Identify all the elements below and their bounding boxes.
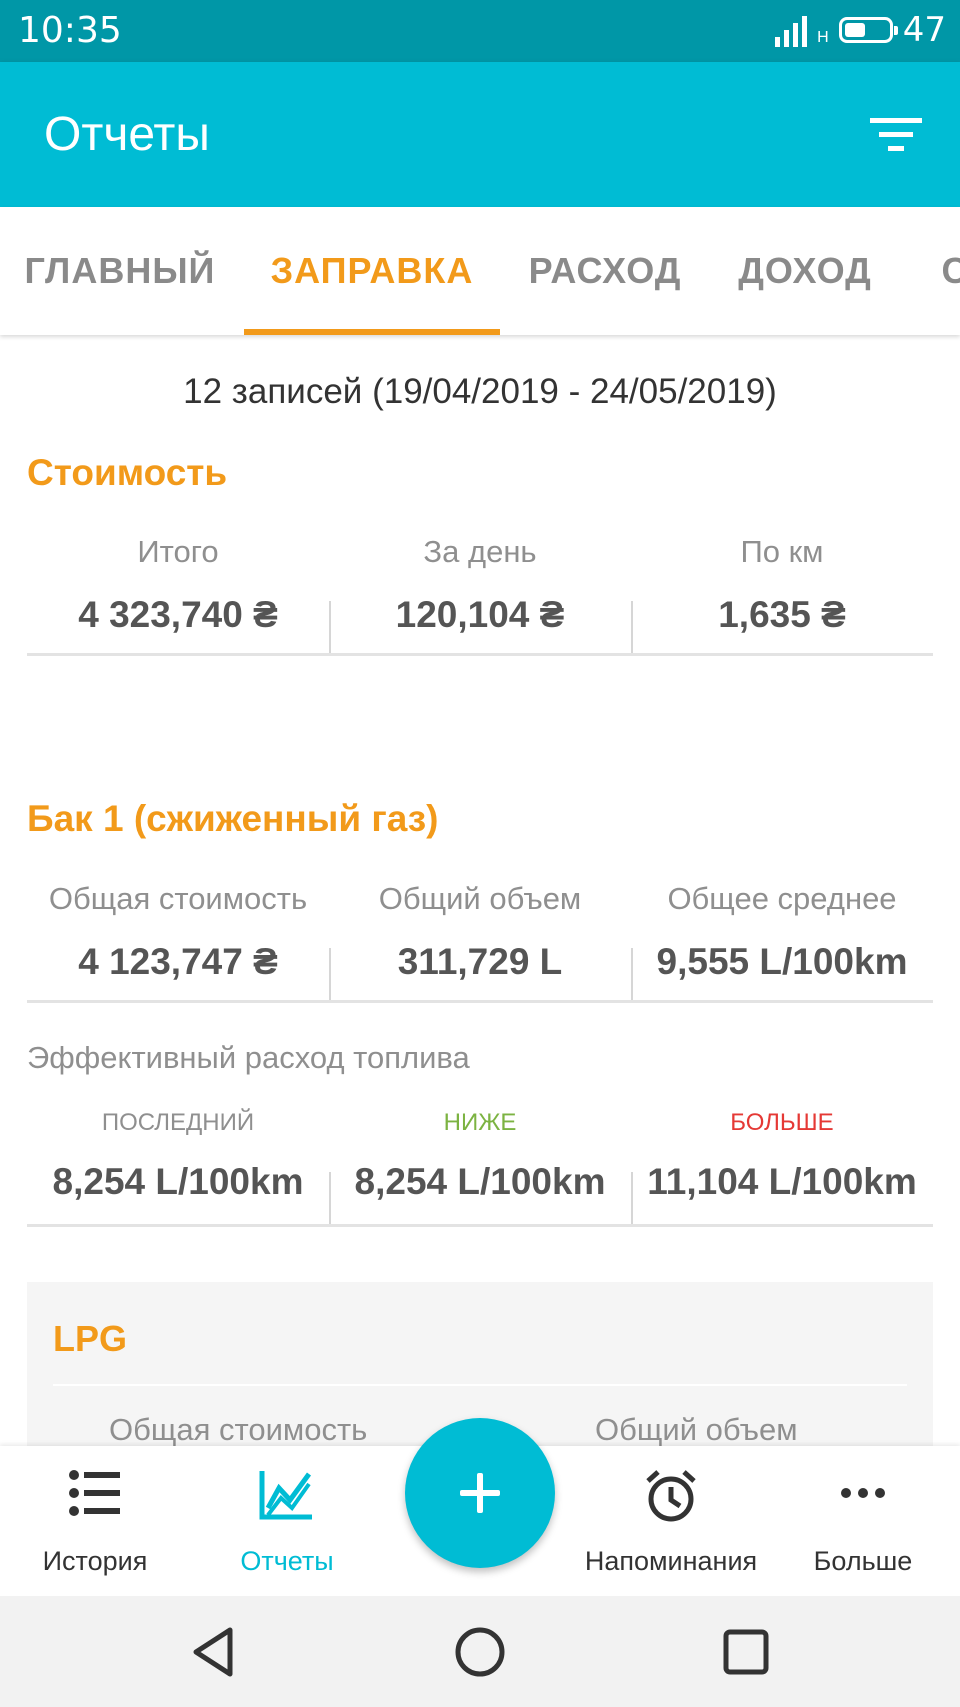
nav-reminders-label: Напоминания: [584, 1546, 758, 1576]
nav-history[interactable]: История: [0, 1446, 190, 1596]
tab-refuel[interactable]: ЗАПРАВКА: [244, 207, 500, 335]
nav-more-label: Больше: [813, 1546, 913, 1576]
add-button[interactable]: [405, 1418, 555, 1568]
efficiency-lower: НИЖЕ 8,254 L/100km: [329, 1097, 631, 1224]
efficiency-label: Эффективный расход топлива: [27, 1040, 470, 1075]
lpg-total-volume-label: Общий объем: [595, 1412, 798, 1447]
stat-label: За день: [423, 534, 537, 569]
list-icon: [69, 1470, 120, 1516]
alarm-clock-icon: [646, 1470, 696, 1522]
battery-tip: [893, 26, 898, 35]
tank-total-average: Общее среднее 9,555 L/100km: [631, 873, 933, 1000]
network-type: H: [817, 29, 829, 46]
tab-expense[interactable]: РАСХОД: [520, 207, 690, 335]
stat-value: 120,104 ₴: [395, 594, 565, 635]
cost-title: Стоимость: [27, 452, 228, 493]
filter-icon[interactable]: [870, 114, 922, 156]
cost-per-day: За день 120,104 ₴: [329, 526, 631, 653]
stat-value: 8,254 L/100km: [52, 1161, 304, 1202]
efficiency-higher: БОЛЬШЕ 11,104 L/100km: [631, 1097, 933, 1224]
efficiency-lower-label: НИЖЕ: [443, 1109, 517, 1136]
nav-reports[interactable]: Отчеты: [192, 1446, 382, 1596]
stat-label: Общее среднее: [667, 881, 897, 916]
signal-icon: [775, 13, 808, 47]
tab-income[interactable]: ДОХОД: [730, 207, 880, 335]
system-nav-bar: [0, 1596, 960, 1707]
efficiency-last-label: ПОСЛЕДНИЙ: [101, 1109, 255, 1136]
stat-value: 4 323,740 ₴: [78, 594, 278, 635]
back-icon[interactable]: [186, 1624, 242, 1680]
tank-row: Общая стоимость 4 123,747 ₴ Общий объем …: [27, 873, 933, 1003]
page-title: Отчеты: [44, 108, 210, 161]
tank-total-volume: Общий объем 311,729 L: [329, 873, 631, 1000]
lpg-total-cost-label: Общая стоимость: [109, 1412, 368, 1447]
cost-total: Итого 4 323,740 ₴: [27, 526, 329, 653]
stat-value: 311,729 L: [397, 941, 563, 982]
efficiency-last: ПОСЛЕДНИЙ 8,254 L/100km: [27, 1097, 329, 1224]
stat-label: По км: [740, 534, 824, 569]
stat-value: 4 123,747 ₴: [78, 941, 278, 982]
screen: 10:35 H 47 Отчеты ГЛАВНЫЙ ЗАПРАВКА РАСХО…: [0, 0, 960, 1707]
efficiency-higher-label: БОЛЬШЕ: [730, 1109, 834, 1136]
stat-value: 9,555 L/100km: [656, 941, 908, 982]
tab-indicator: [244, 329, 500, 335]
stat-label: Общая стоимость: [48, 881, 308, 916]
stat-label: Итого: [137, 534, 219, 569]
tab-bar: ГЛАВНЫЙ ЗАПРАВКА РАСХОД ДОХОД С: [0, 207, 960, 335]
records-summary: 12 записей (19/04/2019 - 24/05/2019): [183, 372, 777, 411]
tank-title: Бак 1 (сжиженный газ): [27, 798, 439, 839]
cost-per-km: По км 1,635 ₴: [631, 526, 933, 653]
lpg-title: LPG: [53, 1318, 128, 1359]
home-icon[interactable]: [452, 1624, 508, 1680]
tab-next[interactable]: С: [925, 207, 960, 335]
cost-row: Итого 4 323,740 ₴ За день 120,104 ₴ По к…: [27, 526, 933, 656]
nav-reminders[interactable]: Напоминания: [576, 1446, 766, 1596]
recents-icon[interactable]: [718, 1624, 774, 1680]
efficiency-row: ПОСЛЕДНИЙ 8,254 L/100km НИЖЕ 8,254 L/100…: [27, 1097, 933, 1227]
battery-fill: [844, 23, 865, 37]
status-bar: 10:35 H 47: [0, 0, 960, 62]
app-bar: Отчеты: [0, 62, 960, 207]
stat-value: 11,104 L/100km: [647, 1161, 917, 1202]
nav-more[interactable]: Больше: [768, 1446, 958, 1596]
tab-main[interactable]: ГЛАВНЫЙ: [20, 207, 220, 335]
battery-icon: [838, 17, 898, 43]
status-time: 10:35: [18, 10, 122, 51]
nav-history-label: История: [42, 1546, 148, 1576]
stat-value: 8,254 L/100km: [354, 1161, 606, 1202]
status-right: H 47: [775, 10, 946, 50]
more-icon: [841, 1488, 885, 1498]
battery-percent: 47: [902, 10, 946, 50]
stat-value: 1,635 ₴: [718, 594, 846, 635]
stat-label: Общий объем: [378, 881, 582, 916]
chart-icon: [259, 1471, 312, 1520]
lpg-divider: [53, 1384, 907, 1386]
tank-total-cost: Общая стоимость 4 123,747 ₴: [27, 873, 329, 1000]
nav-reports-label: Отчеты: [240, 1546, 334, 1576]
